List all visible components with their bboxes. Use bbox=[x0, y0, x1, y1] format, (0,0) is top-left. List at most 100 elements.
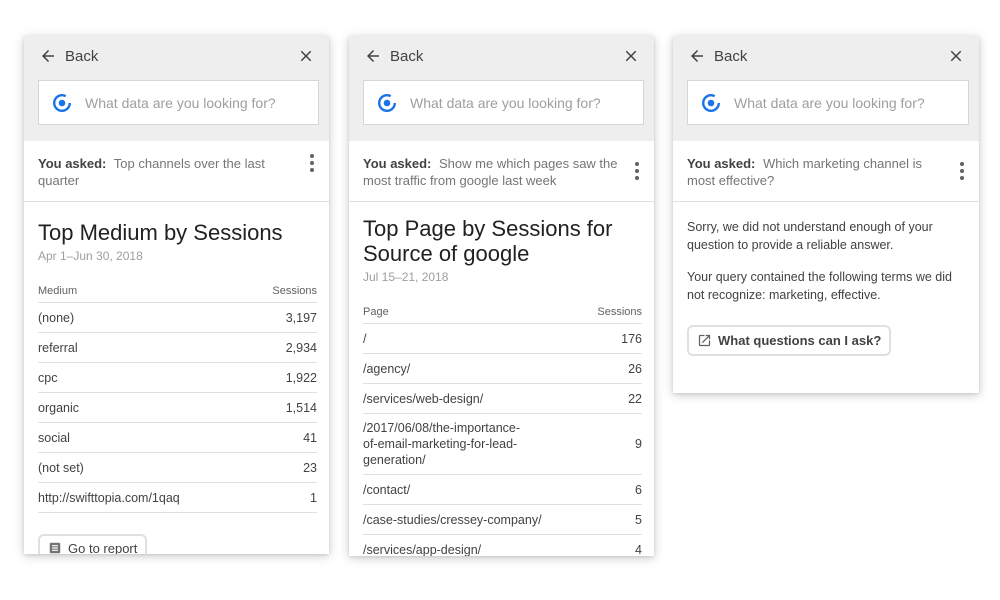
you-asked-row: You asked: Show me which pages saw the m… bbox=[349, 141, 654, 202]
card-header: Back bbox=[349, 36, 654, 141]
close-icon[interactable] bbox=[947, 47, 965, 65]
what-questions-label: What questions can I ask? bbox=[718, 332, 882, 348]
search-box[interactable] bbox=[363, 80, 644, 125]
more-vert-icon[interactable] bbox=[959, 162, 965, 180]
more-vert-icon[interactable] bbox=[309, 154, 315, 172]
row-value: 41 bbox=[250, 422, 317, 453]
more-vert-icon[interactable] bbox=[634, 162, 640, 180]
close-icon[interactable] bbox=[297, 47, 315, 65]
row-value: 3,197 bbox=[250, 302, 317, 333]
row-label: /services/app-design/ bbox=[363, 534, 598, 556]
search-box[interactable] bbox=[38, 80, 319, 125]
date-range: Apr 1–Jun 30, 2018 bbox=[38, 249, 143, 263]
column-header-sessions: Sessions bbox=[250, 285, 317, 303]
table-row: organic 1,514 bbox=[38, 392, 317, 423]
column-header-page: Page bbox=[363, 306, 598, 324]
arrow-left-icon bbox=[42, 50, 54, 62]
row-value: 26 bbox=[597, 353, 642, 384]
back-label: Back bbox=[390, 47, 424, 65]
row-value: 1 bbox=[250, 482, 317, 513]
table-row: /2017/06/08/the-importance-of-email-mark… bbox=[363, 413, 642, 475]
table-header-row: Page Sessions bbox=[363, 306, 642, 324]
arrow-left-icon bbox=[691, 50, 703, 62]
date-range: Jul 15–21, 2018 bbox=[363, 270, 449, 284]
back-label: Back bbox=[714, 47, 748, 65]
table-row: http://swifttopia.com/1qaq 1 bbox=[38, 482, 317, 513]
row-label: (not set) bbox=[38, 452, 251, 483]
error-message-primary: Sorry, we did not understand enough of y… bbox=[687, 220, 933, 252]
table-row: /contact/6 bbox=[363, 474, 642, 505]
go-to-report-button[interactable]: Go to report bbox=[38, 534, 148, 555]
row-label: /case-studies/cressey-company/ bbox=[363, 504, 598, 535]
analytics-insights-icon bbox=[378, 93, 396, 112]
table-row: (not set) 23 bbox=[38, 452, 317, 483]
row-label: (none) bbox=[38, 302, 251, 333]
row-value: 4 bbox=[597, 534, 642, 556]
back-button[interactable]: Back bbox=[688, 47, 747, 65]
you-asked-label: You asked: bbox=[363, 156, 432, 171]
search-input[interactable] bbox=[85, 94, 318, 111]
table-row: referral 2,934 bbox=[38, 332, 317, 363]
card-header: Back bbox=[673, 36, 979, 141]
you-asked-row: You asked: Top channels over the last qu… bbox=[24, 141, 329, 202]
search-input[interactable] bbox=[734, 94, 968, 111]
you-asked-row: You asked: Which marketing channel is mo… bbox=[673, 141, 979, 202]
search-input[interactable] bbox=[410, 94, 643, 111]
error-message-terms: Your query contained the following terms… bbox=[687, 270, 952, 302]
column-header-medium: Medium bbox=[38, 285, 251, 303]
table-row: social 41 bbox=[38, 422, 317, 453]
result-title: Top Page by Sessions for Source of googl… bbox=[363, 216, 613, 266]
row-value: 2,934 bbox=[250, 332, 317, 363]
row-value: 6 bbox=[597, 474, 642, 505]
back-label: Back bbox=[65, 47, 99, 65]
table-row: cpc 1,922 bbox=[38, 362, 317, 393]
you-asked-label: You asked: bbox=[687, 156, 756, 171]
row-value: 22 bbox=[597, 383, 642, 414]
results-table: Page Sessions /176 /agency/26 /services/… bbox=[363, 306, 642, 556]
row-value: 23 bbox=[250, 452, 317, 483]
result-body: Top Medium by Sessions Apr 1–Jun 30, 201… bbox=[24, 220, 329, 554]
row-label: / bbox=[363, 323, 598, 354]
row-label: organic bbox=[38, 392, 251, 423]
row-label: cpc bbox=[38, 362, 251, 393]
row-label: /agency/ bbox=[363, 353, 598, 384]
row-label: social bbox=[38, 422, 251, 453]
results-card-medium: Back You asked: Top channels over the la… bbox=[24, 36, 329, 554]
row-value: 5 bbox=[597, 504, 642, 535]
row-label: /contact/ bbox=[363, 474, 598, 505]
arrow-left-icon bbox=[367, 50, 379, 62]
you-asked-label: You asked: bbox=[38, 156, 107, 171]
table-row: /agency/26 bbox=[363, 353, 642, 384]
search-box[interactable] bbox=[687, 80, 969, 125]
row-value: 176 bbox=[597, 323, 642, 354]
row-value: 1,922 bbox=[250, 362, 317, 393]
what-questions-button[interactable]: What questions can I ask? bbox=[687, 325, 892, 356]
row-label: /2017/06/08/the-importance-of-email-mark… bbox=[363, 413, 598, 475]
result-body: Top Page by Sessions for Source of googl… bbox=[349, 216, 654, 556]
back-button[interactable]: Back bbox=[364, 47, 423, 65]
table-row: /services/web-design/22 bbox=[363, 383, 642, 414]
row-value: 9 bbox=[597, 413, 642, 475]
table-row: /services/app-design/4 bbox=[363, 534, 642, 556]
error-card: Back You asked: Which marketing channel … bbox=[673, 36, 979, 393]
row-label: /services/web-design/ bbox=[363, 383, 598, 414]
analytics-insights-icon bbox=[53, 93, 71, 112]
report-icon bbox=[49, 542, 61, 554]
results-table: Medium Sessions (none) 3,197 referral 2,93… bbox=[38, 285, 317, 513]
results-card-page: Back You asked: Show me which pages saw … bbox=[349, 36, 654, 556]
row-label: http://swifttopia.com/1qaq bbox=[38, 482, 251, 513]
back-button[interactable]: Back bbox=[39, 47, 98, 65]
row-value: 1,514 bbox=[250, 392, 317, 423]
column-header-sessions: Sessions bbox=[597, 306, 642, 324]
result-title: Top Medium by Sessions bbox=[38, 220, 283, 245]
open-in-new-icon bbox=[698, 334, 711, 347]
table-row: /case-studies/cressey-company/5 bbox=[363, 504, 642, 535]
close-icon[interactable] bbox=[622, 47, 640, 65]
table-row: /176 bbox=[363, 323, 642, 354]
row-label: referral bbox=[38, 332, 251, 363]
error-message: Sorry, we did not understand enough of y… bbox=[673, 218, 979, 356]
table-row: (none) 3,197 bbox=[38, 302, 317, 333]
card-header: Back bbox=[24, 36, 329, 141]
go-to-report-label: Go to report bbox=[68, 540, 138, 555]
analytics-insights-icon bbox=[702, 93, 720, 112]
